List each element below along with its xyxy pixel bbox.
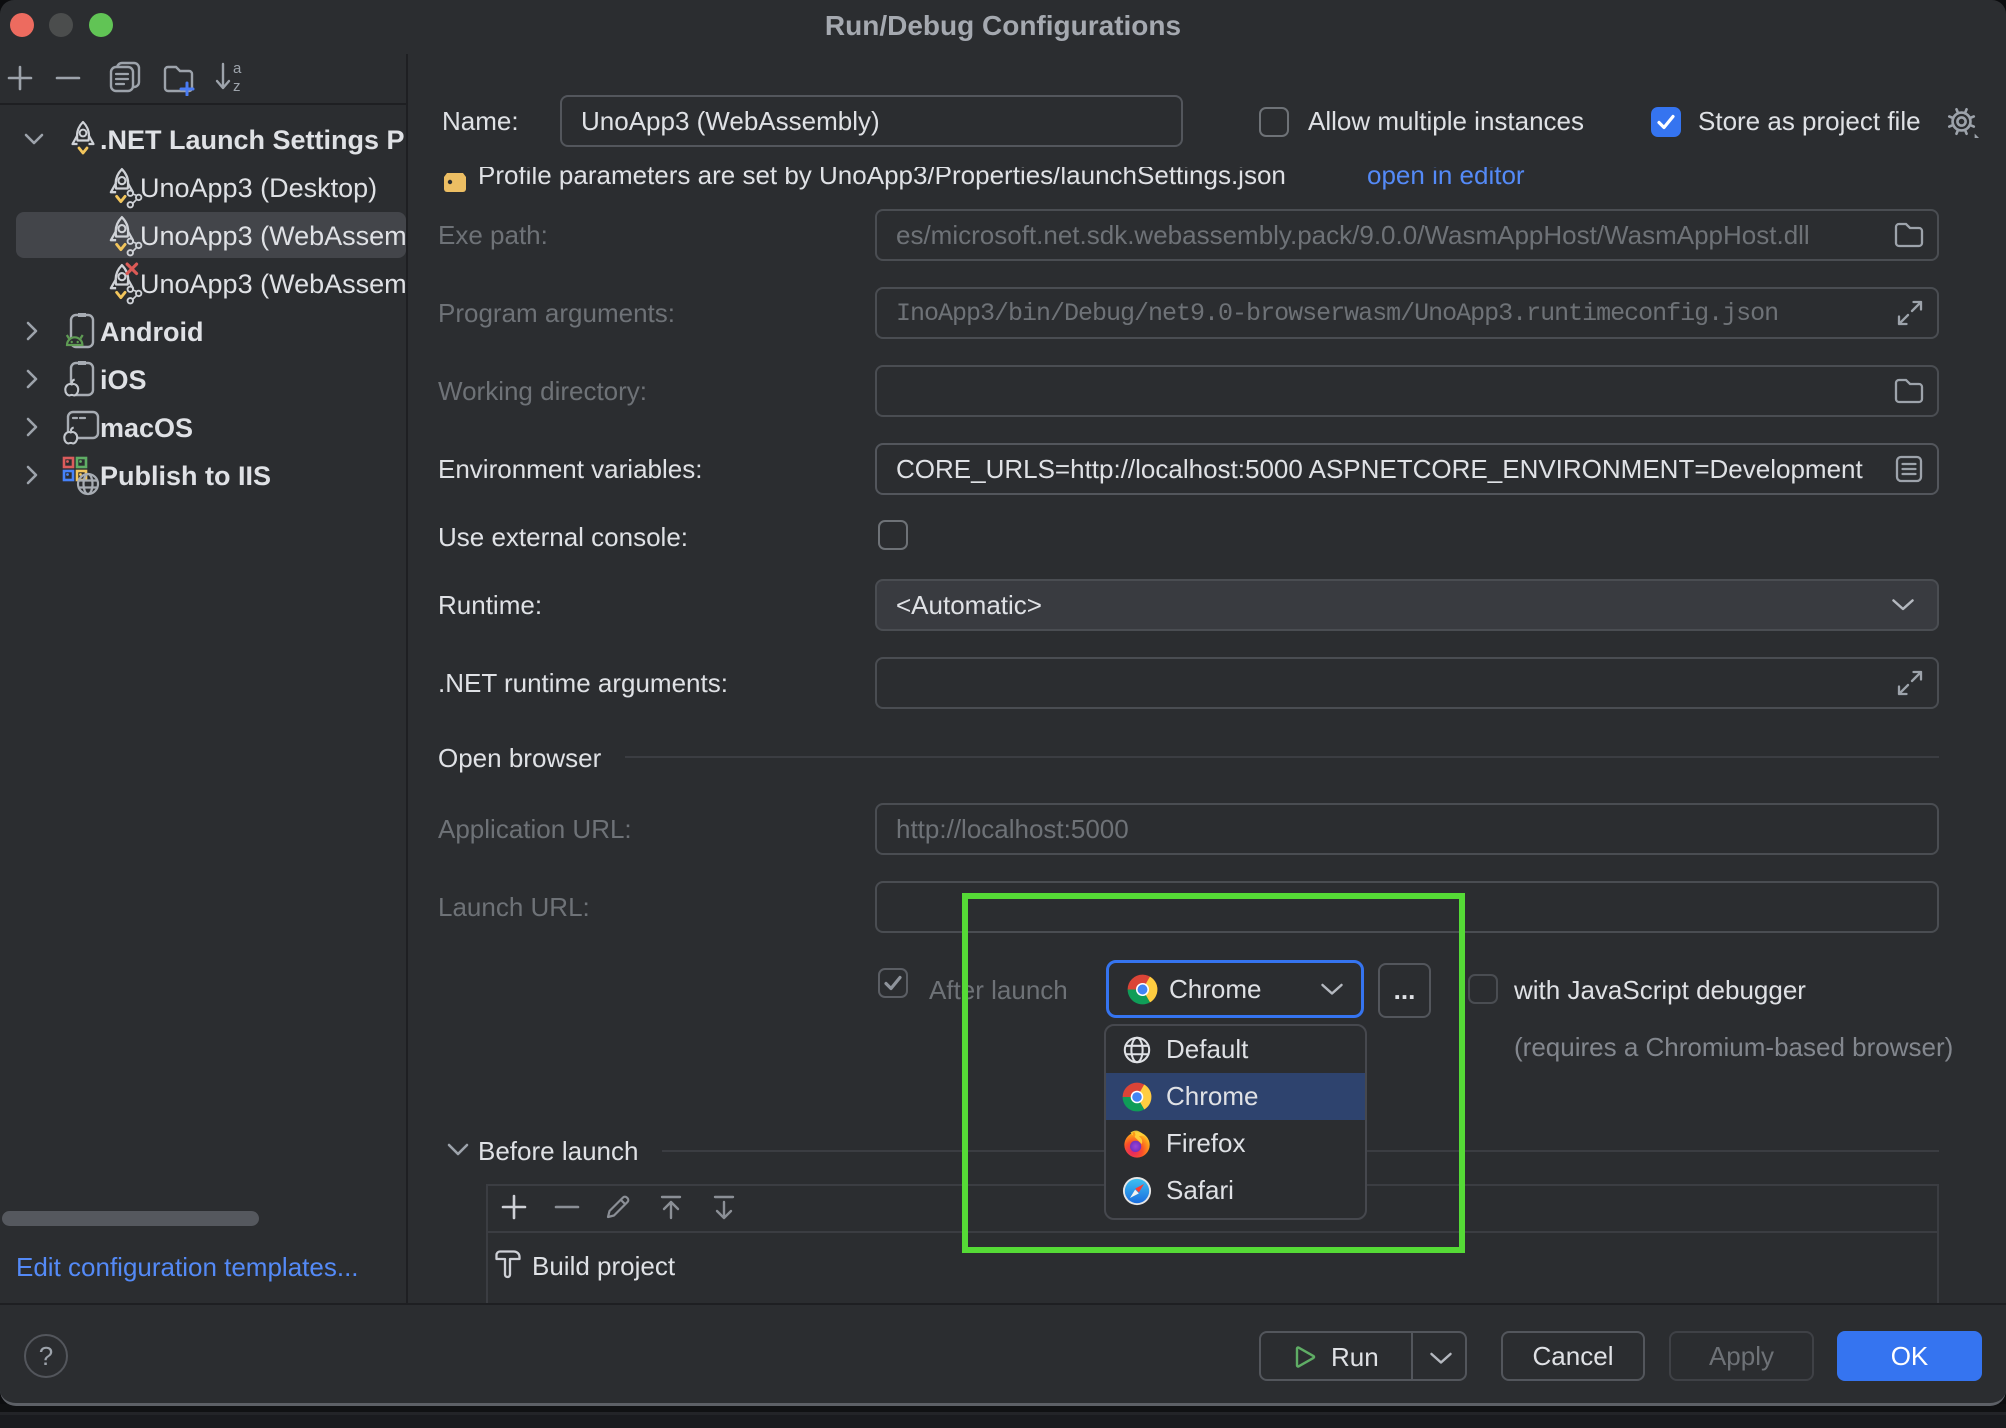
svg-text:a: a (233, 60, 242, 77)
svg-text:z: z (233, 78, 241, 94)
